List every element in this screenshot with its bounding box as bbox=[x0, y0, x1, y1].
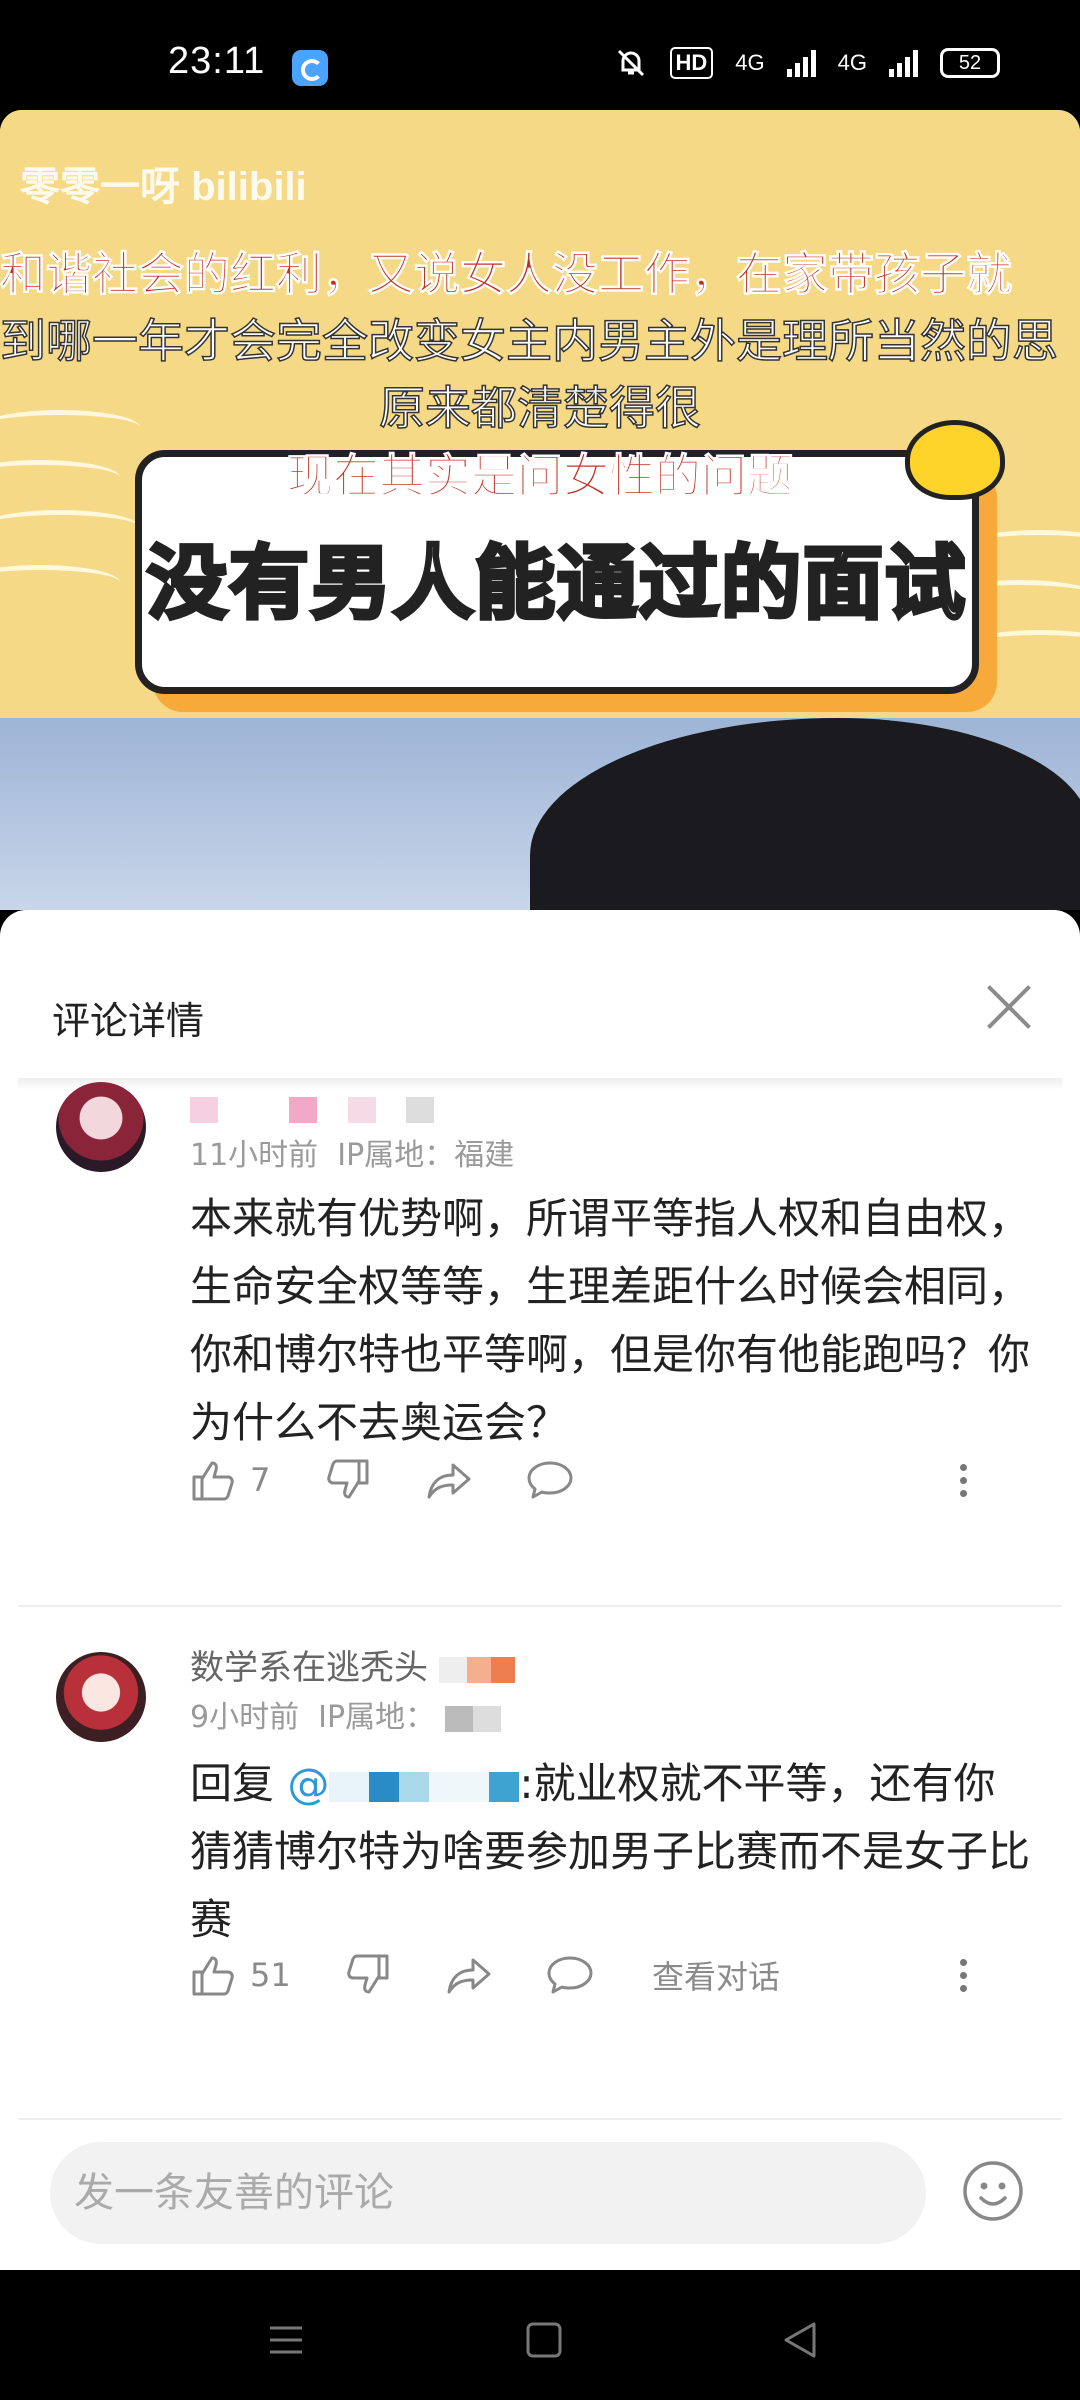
avatar[interactable] bbox=[56, 1652, 146, 1742]
home-icon[interactable] bbox=[524, 2320, 564, 2360]
username[interactable]: 数学系在逃秃头 bbox=[190, 1640, 515, 1689]
video-cover: 零零一呀 bilibili 没有男人能通过的面试 和谐社会的红利，又说女人没工作… bbox=[0, 110, 1080, 718]
subtitle-red-1: 和谐社会的红利，又说女人没工作，在家带孩子就 bbox=[0, 247, 1013, 302]
comment-bubble-icon bbox=[527, 1461, 573, 1499]
mention-link[interactable]: @ bbox=[287, 1759, 520, 1808]
menu-icon[interactable] bbox=[266, 2320, 306, 2360]
more-options-button[interactable] bbox=[960, 1455, 967, 1505]
more-vertical-icon bbox=[960, 1958, 967, 1992]
share-icon bbox=[447, 1958, 491, 1994]
comment-time: 11小时前 bbox=[190, 1138, 319, 1173]
comment-ip: IP属地： bbox=[318, 1700, 436, 1735]
comment-detail-sheet: 评论详情 11小时前 IP属地：福建 本来就有优势啊，所谓平等指人权和自由权，生… bbox=[0, 910, 1080, 2270]
comment-actions: 7 bbox=[190, 1455, 1040, 1505]
wave-decoration bbox=[0, 565, 120, 600]
signal-1-icon bbox=[786, 49, 816, 77]
comment-text: 回复 @:就业权就不平等，还有你猜猜博尔特为啥要参加男子比赛而不是女子比赛 bbox=[190, 1750, 1030, 1954]
comment-time: 9小时前 bbox=[190, 1700, 300, 1735]
header-divider bbox=[18, 1078, 1062, 1090]
signal-2-icon bbox=[889, 49, 918, 77]
video-watermark: 零零一呀 bilibili bbox=[20, 165, 307, 209]
like-button[interactable]: 51 bbox=[190, 1950, 291, 2000]
comment-input[interactable]: 发一条友善的评论 bbox=[50, 2142, 926, 2244]
hd-voice-icon: HD bbox=[669, 47, 714, 79]
comment-bubble-icon bbox=[547, 1956, 593, 1994]
sheet-title: 评论详情 bbox=[52, 999, 205, 1043]
comment-meta: 11小时前 IP属地：福建 bbox=[190, 1130, 514, 1174]
more-vertical-icon bbox=[960, 1463, 967, 1497]
mute-bell-icon bbox=[617, 49, 644, 77]
dislike-button[interactable] bbox=[345, 1950, 391, 2000]
emoji-icon[interactable] bbox=[962, 2160, 1024, 2222]
status-icons: HD 4G 4G 52 bbox=[614, 46, 1000, 80]
app-notification-icon bbox=[292, 50, 328, 86]
username-text: 数学系在逃秃头 bbox=[190, 1648, 428, 1688]
share-button[interactable] bbox=[425, 1455, 475, 1505]
video-player[interactable]: 零零一呀 bilibili 没有男人能通过的面试 和谐社会的红利，又说女人没工作… bbox=[0, 110, 1080, 910]
like-count: 7 bbox=[250, 1461, 271, 1499]
network-type-1: 4G bbox=[735, 50, 765, 75]
thumbs-down-icon bbox=[327, 1459, 369, 1499]
status-bar: 23:11 HD 4G 4G 52 bbox=[0, 0, 1080, 110]
comment-ip: IP属地：福建 bbox=[337, 1138, 515, 1173]
comment-actions: 51 查看对话 bbox=[190, 1950, 1040, 2000]
comment-text: 本来就有优势啊，所谓平等指人权和自由权，生命安全权等等，生理差距什么时候会相同，… bbox=[190, 1194, 1031, 1447]
dislike-button[interactable] bbox=[325, 1455, 371, 1505]
wave-decoration bbox=[0, 510, 140, 545]
subtitle-white-1: 到哪一年才会完全改变女主内男主外是理所当然的思 bbox=[0, 313, 1059, 369]
clock: 23:11 bbox=[168, 40, 266, 82]
avatar[interactable] bbox=[56, 1082, 146, 1172]
system-nav-bar bbox=[0, 2270, 1080, 2400]
reply-prefix: 回复 bbox=[190, 1759, 288, 1808]
back-icon[interactable] bbox=[780, 2320, 820, 2360]
thumbs-down-icon bbox=[347, 1954, 389, 1994]
username-redacted[interactable] bbox=[190, 1088, 435, 1128]
thumbs-up-icon bbox=[192, 1461, 234, 1501]
comment-divider bbox=[18, 1605, 1062, 1607]
like-count: 51 bbox=[250, 1956, 291, 1994]
share-icon bbox=[427, 1463, 471, 1499]
thumbs-up-icon bbox=[192, 1956, 234, 1996]
like-button[interactable]: 7 bbox=[190, 1455, 270, 1505]
sheet-header: 评论详情 bbox=[0, 910, 1080, 1080]
network-type-2: 4G bbox=[837, 50, 867, 75]
comment-input-bar: 发一条友善的评论 bbox=[0, 2120, 1080, 2270]
board-title: 没有男人能通过的面试 bbox=[145, 535, 967, 632]
close-icon[interactable] bbox=[986, 984, 1030, 1028]
share-button[interactable] bbox=[445, 1950, 495, 2000]
reply-button[interactable] bbox=[545, 1950, 595, 2000]
view-conversation-link[interactable]: 查看对话 bbox=[652, 1950, 780, 2000]
battery-icon: 52 bbox=[940, 48, 1000, 78]
comment-meta: 9小时前 IP属地： bbox=[190, 1692, 501, 1736]
reply-button[interactable] bbox=[525, 1455, 575, 1505]
more-options-button[interactable] bbox=[960, 1950, 967, 2000]
subtitle-red-2: 现在其实是问女性的问题 bbox=[287, 449, 794, 504]
subtitle-white-2: 原来都清楚得很 bbox=[378, 380, 702, 436]
